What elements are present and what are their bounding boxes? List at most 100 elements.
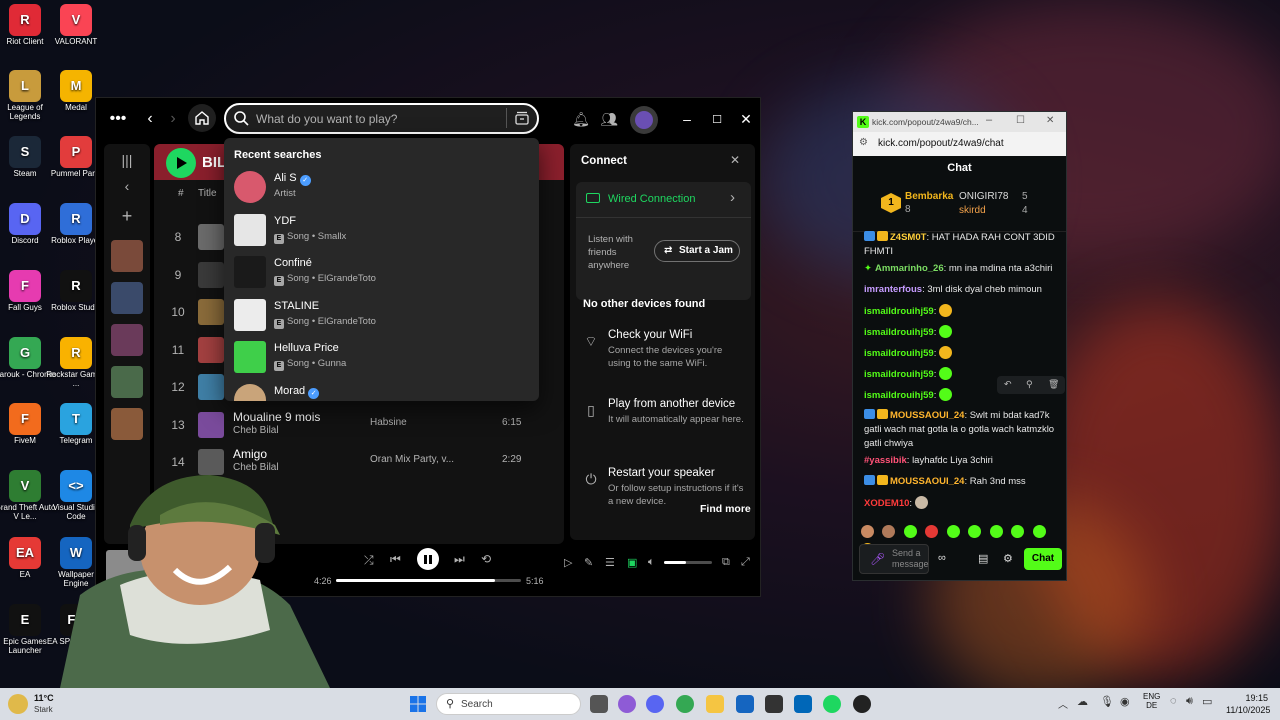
collapse-icon[interactable]: ‹ xyxy=(104,178,150,206)
chat-username[interactable]: Ammarinho_26 xyxy=(875,263,944,274)
library-item[interactable] xyxy=(111,324,143,356)
second-user[interactable]: ONIGIRI78 xyxy=(959,191,1008,202)
chat-message[interactable]: ismaildrouihj59: xyxy=(864,325,1060,340)
chat-message[interactable]: XODEM10: xyxy=(864,496,1060,511)
emote[interactable] xyxy=(946,525,960,538)
azure-taskbar-icon[interactable] xyxy=(794,695,812,713)
mic-icon[interactable]: 🎤︎ xyxy=(870,552,885,566)
chat-username[interactable]: XODEM10 xyxy=(864,498,909,509)
weather-icon[interactable] xyxy=(8,694,28,714)
track-album[interactable]: Habsine xyxy=(370,417,407,428)
emote[interactable] xyxy=(861,525,874,538)
library-item[interactable] xyxy=(111,282,143,314)
discord-taskbar-icon[interactable] xyxy=(646,695,664,713)
home-icon[interactable] xyxy=(188,104,216,132)
forward-icon[interactable]: › xyxy=(165,110,181,128)
clock[interactable]: 19:15 11/10/2025 xyxy=(1226,693,1270,715)
taskbar-search[interactable]: ⚲ Search xyxy=(436,693,581,715)
emote[interactable] xyxy=(1011,525,1025,538)
close-icon[interactable]: ✕ xyxy=(739,110,753,128)
start-jam-button[interactable]: ⇄ Start a Jam xyxy=(654,240,740,262)
chat-username[interactable]: ismaildrouihj59 xyxy=(864,390,934,401)
pin-icon[interactable]: ⚲ xyxy=(1026,379,1033,390)
emote[interactable] xyxy=(968,525,982,538)
site-settings-icon[interactable]: ⚙︎ xyxy=(859,137,868,148)
delete-icon[interactable]: 🗑︎ xyxy=(1048,379,1059,390)
chat-username[interactable]: MOUSSAOUI_24 xyxy=(890,476,964,487)
track-title[interactable]: Moualine 9 mois xyxy=(233,410,320,424)
chat-username[interactable]: ismaildrouihj59 xyxy=(864,306,934,317)
recent-search-item[interactable]: YDF E Song • Smallx xyxy=(234,213,524,250)
app-taskbar-icon[interactable] xyxy=(765,695,783,713)
settings-icon[interactable]: ⚙︎ xyxy=(1003,552,1013,565)
tray-app-icon[interactable]: ◉ xyxy=(1120,695,1130,708)
library-item[interactable] xyxy=(111,240,143,272)
miniplayer-icon[interactable]: ⧉ xyxy=(722,556,730,569)
chat-username[interactable]: #yassibik xyxy=(864,455,907,466)
find-more-link[interactable]: Find more xyxy=(700,503,751,515)
chat-message[interactable]: ismaildrouihj59: xyxy=(864,346,1060,361)
track-row[interactable]: 13 Moualine 9 mois Cheb Bilal Habsine 6:15 xyxy=(154,408,564,444)
store-taskbar-icon[interactable] xyxy=(736,695,754,713)
chat-username[interactable]: ismaildrouihj59 xyxy=(864,369,934,380)
chat-username[interactable]: ismaildrouihj59 xyxy=(864,327,934,338)
lyrics-icon[interactable]: ✎ xyxy=(584,556,593,569)
third-user[interactable]: skirdd xyxy=(959,205,986,216)
back-icon[interactable]: ‹ xyxy=(142,110,158,128)
library-item[interactable] xyxy=(111,366,143,398)
library-icon[interactable]: ||| xyxy=(104,144,150,178)
create-playlist-icon[interactable]: + xyxy=(104,206,150,240)
maximize-icon[interactable]: ☐ xyxy=(710,110,724,128)
next-icon[interactable]: ⏭︎ xyxy=(454,552,465,567)
chrome-taskbar-icon[interactable] xyxy=(676,695,694,713)
chat-message[interactable]: ✦ Ammarinho_26: mn ina mdina nta a3chiri xyxy=(864,262,1060,276)
copilot-icon[interactable] xyxy=(618,695,636,713)
recent-search-item[interactable]: STALINE E Song • ElGrandeToto xyxy=(234,298,524,335)
emote[interactable] xyxy=(925,525,939,538)
kick-maximize-icon[interactable]: ☐ xyxy=(1016,115,1025,126)
emote[interactable] xyxy=(1032,525,1046,538)
file-explorer-icon[interactable] xyxy=(706,695,724,713)
spotify-search-box[interactable] xyxy=(224,103,539,134)
wired-connection-row[interactable]: Wired Connection › xyxy=(576,182,751,218)
obs-taskbar-icon[interactable] xyxy=(853,695,871,713)
battery-icon[interactable]: ▭ xyxy=(1202,695,1212,708)
minimize-icon[interactable]: – xyxy=(680,110,694,128)
spotify-search-input[interactable] xyxy=(256,110,496,128)
mic-tray-icon[interactable]: 🎙︎ xyxy=(1100,695,1114,708)
avatar[interactable] xyxy=(630,106,658,134)
close-connect-icon[interactable]: ✕ xyxy=(730,153,740,167)
network-icon[interactable]: ◌ xyxy=(1170,695,1177,707)
chat-message[interactable]: Z4SM0T: HAT HADA RAH CONT 3DID FHMTI xyxy=(864,231,1060,259)
chat-message[interactable]: MOUSSAOUI_24: Rah 3nd mss xyxy=(864,475,1060,489)
repeat-icon[interactable]: ⟲ xyxy=(481,552,491,566)
emotes-icon[interactable]: ∞ xyxy=(938,552,946,564)
chat-send-button[interactable]: Chat xyxy=(1024,548,1062,570)
chat-message[interactable]: #yassibik: layhafdc Liya 3chiri xyxy=(864,454,1060,468)
now-playing-view-icon[interactable]: ▷ xyxy=(564,556,572,569)
reply-icon[interactable]: ↶ xyxy=(1004,379,1012,390)
chat-username[interactable]: Z4SM0T xyxy=(890,232,926,243)
recent-search-item[interactable]: Morad ✓ xyxy=(234,383,524,401)
volume-tray-icon[interactable]: 🔊︎ xyxy=(1186,695,1193,708)
recent-search-item[interactable]: Confiné E Song • ElGrandeToto xyxy=(234,256,524,292)
chat-username[interactable]: ismaildrouihj59 xyxy=(864,348,934,359)
track-artist[interactable]: Cheb Bilal xyxy=(233,425,279,436)
browse-icon[interactable] xyxy=(514,110,530,131)
bell-icon[interactable]: 🔔︎ xyxy=(572,111,590,127)
desktop-icon[interactable]: V VALORANT xyxy=(45,4,107,47)
chat-username[interactable]: imranterfous xyxy=(864,284,922,295)
queue-icon[interactable]: ☰ xyxy=(605,556,615,569)
store-icon[interactable]: ▤ xyxy=(978,552,988,565)
language-indicator[interactable]: ENG DE xyxy=(1143,692,1160,710)
recent-search-item[interactable]: Helluva Price E Song • Gunna xyxy=(234,341,524,377)
spotify-taskbar-icon[interactable] xyxy=(823,695,841,713)
chat-username[interactable]: MOUSSAOUI_24 xyxy=(890,410,964,421)
emote[interactable] xyxy=(882,525,896,538)
chat-message[interactable]: imranterfous: 3ml disk dyal cheb mimoun xyxy=(864,283,1060,297)
volume-icon[interactable]: 🔈︎ xyxy=(648,556,655,569)
chat-message[interactable]: ismaildrouihj59: xyxy=(864,304,1060,319)
volume-slider[interactable] xyxy=(664,561,712,564)
emote[interactable] xyxy=(903,525,917,538)
fullscreen-icon[interactable]: ⤢ xyxy=(741,556,750,569)
